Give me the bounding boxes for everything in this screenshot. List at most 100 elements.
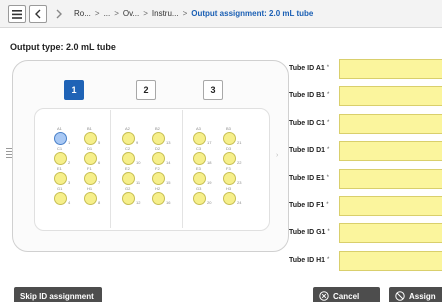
tube-id-input-3[interactable] [339,113,442,134]
well-label: H1 [87,186,93,191]
well-c1[interactable] [54,152,67,165]
well-d2[interactable] [152,152,165,165]
well-label: C2 [125,146,131,151]
well-number: 12 [136,200,141,205]
breadcrumb-item[interactable]: ... [104,9,111,18]
well-f2[interactable] [152,172,165,185]
well-number: 3 [68,180,71,185]
well-b3[interactable] [223,132,236,145]
breadcrumb-item[interactable]: Instru... [152,9,179,18]
breadcrumb-separator: > [143,9,148,18]
well-number: 17 [207,140,212,145]
well-f1[interactable] [84,172,97,185]
well-f3[interactable] [223,172,236,185]
rack-2-button[interactable]: 2 [136,80,156,100]
required-marker: * [326,65,330,71]
required-marker: * [327,229,330,236]
well-label: B2 [155,126,160,131]
rack-tray [34,108,270,231]
tube-id-input-4[interactable] [339,141,442,162]
tube-id-label: Tube ID F1 * [289,202,329,209]
well-b2[interactable] [152,132,165,145]
well-label: B3 [226,126,231,131]
required-marker: * [327,92,330,99]
well-label: F2 [155,166,160,171]
well-number: 21 [237,140,242,145]
required-marker: * [327,256,330,263]
well-a2[interactable] [122,132,135,145]
well-number: 24 [237,200,242,205]
tube-id-label-text: Tube ID E1 [289,174,325,182]
well-number: 4 [68,200,71,205]
rack-1-button[interactable]: 1 [64,80,84,100]
tube-id-input-7[interactable] [339,223,442,244]
well-e2[interactable] [122,172,135,185]
well-number: 13 [166,140,171,145]
tube-id-label-text: Tube ID H1 [289,256,326,264]
tube-id-label-text: Tube ID B1 [289,92,326,100]
skip-id-assignment-button[interactable]: Skip ID assignment [14,287,102,302]
well-a1[interactable] [54,132,67,145]
breadcrumb-item[interactable]: Ro... [74,9,91,18]
tube-id-input-2[interactable] [339,86,442,107]
no-entry-icon [395,291,405,301]
tube-id-label-text: Tube ID A1 [289,65,325,72]
cancel-button[interactable]: Cancel [313,287,380,302]
rack-divider [182,110,183,228]
well-e3[interactable] [193,172,206,185]
well-c3[interactable] [193,152,206,165]
well-label: F1 [87,166,92,171]
top-toolbar: Ro... > ... > Ov... > Instru... > Output… [0,0,442,28]
breadcrumb-separator: > [114,9,119,18]
well-number: 8 [98,200,101,205]
well-h1[interactable] [84,192,97,205]
breadcrumb-item[interactable]: Ov... [123,9,139,18]
forward-button[interactable] [50,5,68,23]
well-g1[interactable] [54,192,67,205]
well-number: 19 [207,180,212,185]
well-a3[interactable] [193,132,206,145]
tube-id-input-1[interactable] [339,59,442,79]
well-number: 9 [136,140,139,145]
well-label: A2 [125,126,130,131]
panel-resize-handle[interactable] [6,148,12,164]
well-d3[interactable] [223,152,236,165]
skip-label: Skip ID assignment [20,291,94,301]
back-button[interactable] [29,5,47,23]
well-c2[interactable] [122,152,135,165]
well-h3[interactable] [223,192,236,205]
tube-id-input-6[interactable] [339,196,442,216]
well-d1[interactable] [84,152,97,165]
tube-id-label-text: Tube ID C1 [289,119,326,127]
well-h2[interactable] [152,192,165,205]
assign-label: Assign [409,291,436,301]
menu-button[interactable] [8,5,26,23]
required-marker: * [327,147,330,154]
tube-id-input-5[interactable] [339,168,442,189]
well-label: A3 [196,126,201,131]
well-number: 2 [68,160,71,165]
well-number: 5 [98,140,101,145]
tube-id-label: Tube ID H1 * [289,257,329,264]
menu-icon [12,9,22,19]
well-label: D1 [87,146,93,151]
rack-3-button[interactable]: 3 [203,80,223,100]
well-e1[interactable] [54,172,67,185]
tube-id-input-8[interactable] [339,250,442,271]
well-label: H3 [226,186,232,191]
well-number: 20 [207,200,212,205]
required-marker: * [327,119,330,126]
assign-button[interactable]: Assign [389,287,442,302]
well-g2[interactable] [122,192,135,205]
well-label: G1 [57,186,63,191]
rack-divider [110,110,111,228]
well-b1[interactable] [84,132,97,145]
output-type-label: Output type: 2.0 mL tube [10,42,116,52]
well-number: 14 [166,160,171,165]
cancel-label: Cancel [333,291,360,301]
well-number: 7 [98,180,101,185]
well-label: D2 [155,146,161,151]
breadcrumb-separator: > [94,9,100,18]
chevron-left-icon [35,9,41,19]
well-g3[interactable] [193,192,206,205]
